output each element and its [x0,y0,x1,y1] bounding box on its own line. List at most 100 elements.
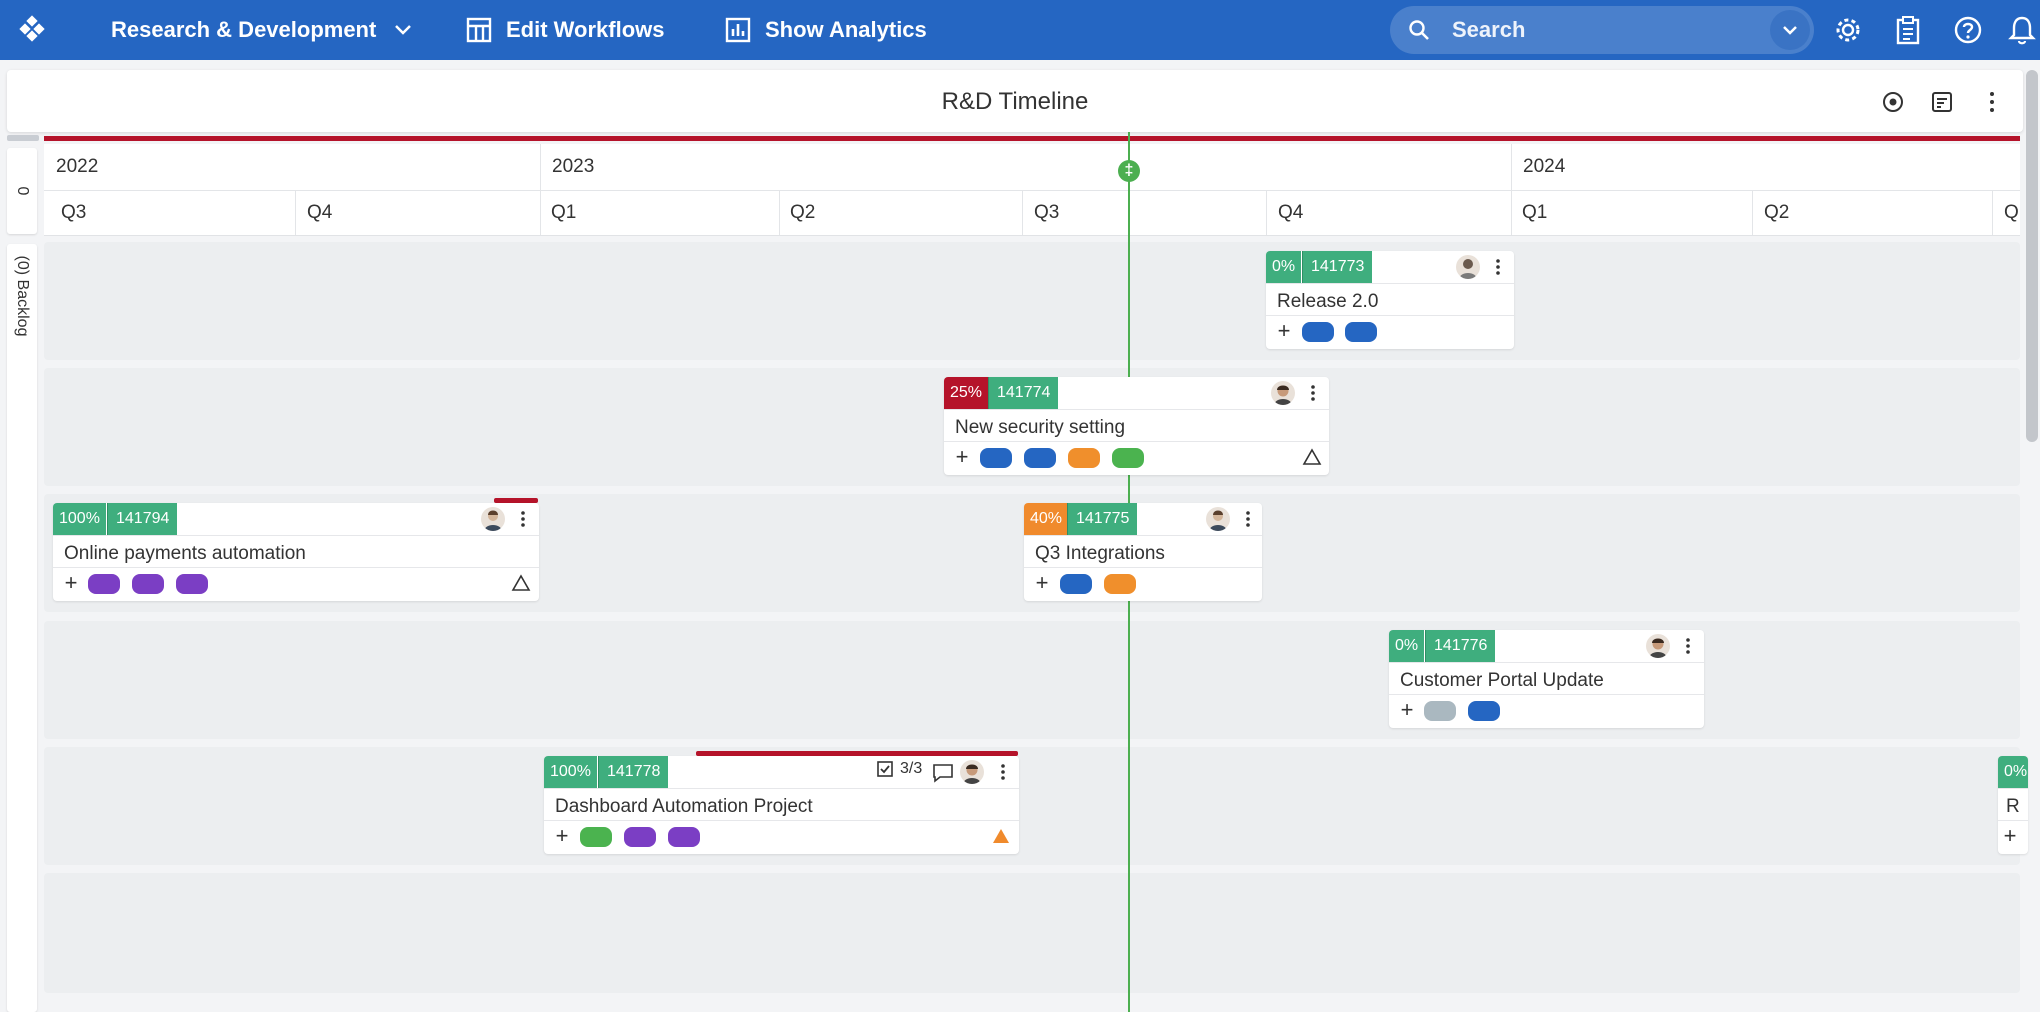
swimlane [44,242,2020,360]
comment-icon[interactable] [932,763,954,783]
tag-pill[interactable] [1424,701,1456,721]
add-tag-button[interactable]: + [952,441,972,473]
vertical-scrollbar[interactable] [2026,70,2038,442]
layout-icon[interactable] [1928,88,1956,116]
year-label: 2023 [552,156,595,177]
card-menu-icon[interactable] [995,760,1011,784]
card-title: Release 2.0 [1277,291,1379,312]
warning-outline-icon[interactable] [1302,447,1322,467]
progress-badge: 0% [1389,630,1425,662]
swimlane [44,621,2020,739]
progress-badge: 25% [944,377,989,409]
tag-pill[interactable] [1068,448,1100,468]
tag-pill[interactable] [1112,448,1144,468]
tag-pill[interactable] [176,574,208,594]
quarter-label: Q4 [1278,202,1304,223]
timeline-card[interactable]: 100% 141794 Online payments automation + [53,503,539,601]
add-tag-button[interactable]: + [1032,567,1052,599]
quarter-label: Q2 [1764,202,1790,223]
year-label: 2024 [1523,156,1566,177]
card-id[interactable]: 141794 [107,503,178,535]
warning-filled-icon[interactable] [991,826,1011,846]
tag-pill[interactable] [1468,701,1500,721]
show-analytics-button[interactable]: Show Analytics [725,0,927,60]
timeline-card[interactable]: 0% R + [1998,756,2028,854]
chevron-down-icon [395,25,412,35]
checklist-indicator[interactable]: 3/3 [876,760,922,778]
timeline-card[interactable]: 40% 141775 Q3 Integrations + [1024,503,1262,601]
app-logo-icon[interactable] [17,14,47,44]
quarter-label: Q1 [551,202,577,223]
today-marker-icon[interactable]: ‡ [1118,160,1140,182]
quarter-label: Q2 [790,202,816,223]
avatar[interactable] [960,760,984,784]
avatar[interactable] [1271,381,1295,405]
edit-workflows-button[interactable]: Edit Workflows [466,0,665,60]
tag-pill[interactable] [980,448,1012,468]
progress-badge: 100% [53,503,106,535]
card-menu-icon[interactable] [1305,381,1321,405]
tag-pill[interactable] [1024,448,1056,468]
target-icon[interactable] [1879,88,1907,116]
bar-chart-icon [725,17,751,43]
warning-outline-icon[interactable] [511,573,531,593]
timeline-card[interactable]: 25% 141774 New security setting + [944,377,1329,475]
add-tag-button[interactable]: + [1397,694,1417,726]
tag-pill[interactable] [88,574,120,594]
add-tag-button[interactable]: + [1274,315,1294,347]
card-title: New security setting [955,417,1126,438]
card-title: Customer Portal Update [1400,670,1604,691]
tag-pill[interactable] [1060,574,1092,594]
tag-pill[interactable] [580,827,612,847]
progress-badge: 0% [1998,756,2028,788]
card-id[interactable]: 141778 [598,756,669,788]
overdue-indicator-bar [44,136,2020,141]
timeline-card[interactable]: 0% 141776 Customer Portal Update + [1389,630,1704,728]
swimlane-count: 0 [14,186,31,196]
card-menu-icon[interactable] [1240,507,1256,531]
clipboard-icon[interactable] [1890,12,1926,48]
search-input[interactable]: Search [1452,17,1525,43]
card-id[interactable]: 141774 [988,377,1059,409]
tag-pill[interactable] [624,827,656,847]
tag-pill[interactable] [1345,322,1377,342]
swimlane [44,747,2020,865]
settings-gear-icon[interactable] [1830,12,1866,48]
card-menu-icon[interactable] [515,507,531,531]
timeline-card[interactable]: 100% 141778 3/3 Dashboard Automation Pro… [544,756,1019,854]
card-menu-icon[interactable] [1490,255,1506,279]
backlog-rail[interactable]: (0) Backlog [7,244,37,1012]
progress-badge: 0% [1266,251,1302,283]
card-id[interactable]: 141775 [1067,503,1138,535]
search-box[interactable]: Search [1390,6,1814,54]
card-id[interactable]: 141773 [1302,251,1373,283]
avatar[interactable] [1206,507,1230,531]
quarter-label: Q3 [1034,202,1060,223]
workspace-selector[interactable]: Research & Development [111,0,412,60]
tag-pill[interactable] [1302,322,1334,342]
tag-pill[interactable] [1104,574,1136,594]
search-dropdown-button[interactable] [1770,10,1810,50]
backlog-label: (0) Backlog [14,255,31,337]
help-icon[interactable] [1950,12,1986,48]
avatar[interactable] [1456,255,1480,279]
board-header: R&D Timeline [7,70,2023,132]
card-menu-icon[interactable] [1680,634,1696,658]
avatar[interactable] [481,507,505,531]
card-title: Dashboard Automation Project [555,796,813,817]
notification-bell-icon[interactable] [2008,12,2040,48]
add-tag-button[interactable]: + [552,820,572,852]
add-tag-button[interactable]: + [61,567,81,599]
workspace-label: Research & Development [111,17,377,42]
add-tag-button[interactable]: + [2000,820,2020,852]
table-icon [466,17,492,43]
timeline-card[interactable]: 0% 141773 Release 2.0 + [1266,251,1514,349]
search-icon [1409,20,1429,40]
tag-pill[interactable] [132,574,164,594]
progress-badge: 40% [1024,503,1069,535]
card-id[interactable]: 141776 [1425,630,1496,662]
tag-pill[interactable] [668,827,700,847]
panel-resize-handle[interactable] [7,135,39,141]
more-options-icon[interactable] [1978,88,2006,116]
avatar[interactable] [1646,634,1670,658]
